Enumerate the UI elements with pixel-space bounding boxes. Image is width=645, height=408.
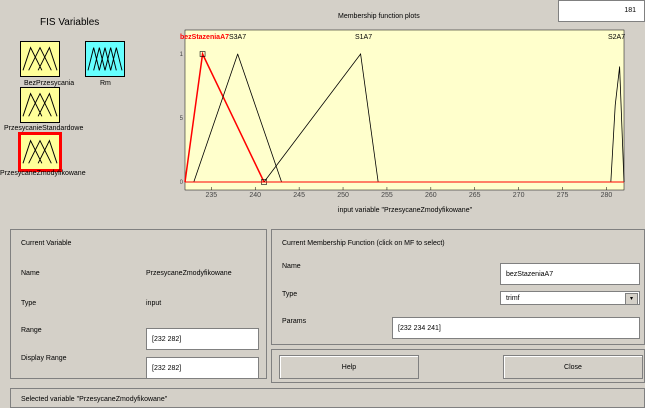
mf-type-label: Type (282, 291, 298, 298)
x-tick-label: 280 (601, 192, 613, 199)
fis-variables-title: FIS Variables (40, 17, 100, 28)
variable-tile-rm[interactable] (85, 41, 125, 77)
x-tick-label: 260 (425, 192, 437, 199)
mf-type-value: trimf (506, 294, 520, 302)
variable-name-value: PrzesycaneZmodyfikowane (146, 270, 232, 277)
mf-label-s1a7[interactable]: S1A7 (355, 34, 372, 41)
mf-name-label: Name (282, 263, 301, 270)
buttons-panel: Help Close (271, 349, 645, 383)
variable-label: BezPrzesycania (24, 80, 75, 87)
x-tick-label: 275 (557, 192, 569, 199)
mf-label-s2a7[interactable]: S2A7 (608, 34, 625, 41)
x-tick-label: 255 (381, 192, 393, 199)
status-bar: Selected variable "PrzesycaneZmodyfikowa… (10, 388, 645, 408)
variable-label: Rm (100, 80, 111, 87)
membership-icon (22, 92, 58, 117)
mf-type-select[interactable]: trimf ▾ (500, 291, 640, 305)
current-variable-header: Current Variable (21, 240, 72, 247)
variable-label: PrzesycanieStandardowe (4, 125, 84, 132)
y-tick-label: 0.5 (180, 116, 184, 122)
mf-plot[interactable]: 235 240 245 250 255 260 265 270 275 280 0 0.5 1 inpu… (180, 22, 645, 220)
membership-icon (87, 47, 123, 71)
variable-type-value: input (146, 300, 162, 307)
current-variable-panel: Current Variable Name PrzesycaneZmodyfik… (10, 229, 267, 379)
range-field[interactable]: [232 282] (146, 328, 259, 350)
params-label: Params (282, 318, 307, 325)
help-button[interactable]: Help (279, 355, 419, 379)
range-label: Range (21, 327, 42, 334)
mf-label-bezstazeniaa7[interactable]: bezStazeniaA7 (180, 34, 229, 41)
close-button[interactable]: Close (503, 355, 643, 379)
plot-points-field[interactable]: 181 (558, 0, 645, 22)
status-text: Selected variable "PrzesycaneZmodyfikowa… (21, 396, 168, 403)
params-field[interactable]: [232 234 241] (392, 317, 640, 339)
y-tick-label: 1 (180, 52, 184, 58)
mf-label-s3a7[interactable]: S3A7 (229, 34, 246, 41)
current-mf-panel: Current Membership Function (click on MF… (271, 229, 645, 345)
mf-name-field[interactable]: bezStazeniaA7 (500, 263, 640, 285)
x-tick-label: 245 (293, 192, 305, 199)
current-mf-header: Current Membership Function (click on MF… (282, 240, 445, 247)
membership-icon (22, 46, 58, 71)
variable-tile-bezprzesycania[interactable] (20, 41, 60, 77)
variable-type-label: Type (21, 300, 37, 307)
x-tick-label: 270 (513, 192, 525, 199)
x-tick-label: 240 (249, 192, 261, 199)
x-tick-label: 265 (469, 192, 481, 199)
plot-title: Membership function plots (338, 13, 420, 20)
y-tick-label: 0 (180, 180, 184, 186)
variable-label: PrzesycaneZmodyfikowane (0, 170, 86, 177)
x-axis-label: input variable "PrzesycaneZmodyfikowane" (338, 207, 473, 214)
chevron-down-icon[interactable]: ▾ (625, 293, 638, 305)
variable-name-label: Name (21, 270, 40, 277)
membership-icon (22, 139, 58, 164)
x-tick-label: 250 (337, 192, 349, 199)
plot-background (184, 29, 625, 191)
x-tick-label: 235 (205, 192, 217, 199)
variable-tile-przesycaniestandardowe[interactable] (20, 87, 60, 123)
display-range-field[interactable]: [232 282] (146, 357, 259, 379)
variable-tile-przesycanezmodyfikowane[interactable] (18, 132, 62, 172)
display-range-label: Display Range (21, 355, 67, 362)
